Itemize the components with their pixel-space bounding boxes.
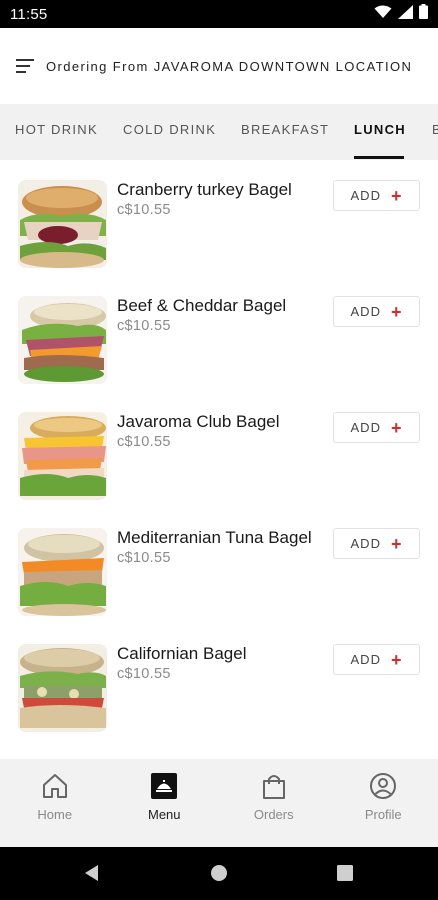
- product-image: [18, 180, 107, 268]
- add-button[interactable]: ADD +: [333, 180, 420, 211]
- battery-icon: [419, 4, 428, 24]
- product-image: [18, 296, 107, 384]
- product-price: c$10.55: [117, 318, 171, 334]
- tab-breakfast[interactable]: BREAKFAST: [241, 104, 329, 160]
- list-item[interactable]: Mediterranian Tuna Bagel c$10.55 ADD +: [0, 508, 438, 624]
- add-label: ADD: [350, 652, 381, 667]
- product-name: Mediterranian Tuna Bagel: [117, 528, 312, 547]
- tab-cold-drink[interactable]: COLD DRINK: [123, 104, 216, 160]
- recents-icon[interactable]: [333, 861, 357, 885]
- product-image: [18, 644, 107, 732]
- sort-lines-icon[interactable]: [16, 59, 34, 73]
- plus-icon: +: [390, 301, 403, 322]
- tab-hot-drink[interactable]: HOT DRINK: [15, 104, 98, 160]
- product-name: Javaroma Club Bagel: [117, 412, 280, 431]
- add-button[interactable]: ADD +: [333, 412, 420, 443]
- plus-icon: +: [390, 649, 403, 670]
- product-price: c$10.55: [117, 666, 171, 682]
- add-label: ADD: [350, 304, 381, 319]
- nav-home-label: Home: [37, 807, 73, 822]
- product-price: c$10.55: [117, 434, 171, 450]
- nav-home[interactable]: Home: [0, 759, 110, 847]
- list-item[interactable]: Cranberry turkey Bagel c$10.55 ADD +: [0, 160, 438, 276]
- system-navigation-bar: [0, 847, 438, 900]
- plus-icon: +: [390, 533, 403, 554]
- menu-icon: [149, 771, 179, 801]
- add-button[interactable]: ADD +: [333, 644, 420, 675]
- nav-profile-label: Profile: [364, 807, 402, 822]
- add-button[interactable]: ADD +: [333, 296, 420, 327]
- nav-orders[interactable]: Orders: [219, 759, 329, 847]
- tab-partial[interactable]: B: [432, 104, 438, 160]
- add-label: ADD: [350, 188, 381, 203]
- nav-menu-label: Menu: [147, 807, 181, 822]
- list-item[interactable]: Javaroma Club Bagel c$10.55 ADD +: [0, 392, 438, 508]
- product-name: Californian Bagel: [117, 644, 247, 663]
- add-button[interactable]: ADD +: [333, 528, 420, 559]
- wifi-icon: [374, 5, 392, 24]
- status-bar: 11:55: [0, 0, 438, 28]
- home-circle-icon[interactable]: [207, 861, 231, 885]
- list-item[interactable]: Beef & Cheddar Bagel c$10.55 ADD +: [0, 276, 438, 392]
- home-icon: [40, 771, 70, 801]
- plus-icon: +: [390, 185, 403, 206]
- product-name: Beef & Cheddar Bagel: [117, 296, 287, 315]
- back-icon[interactable]: [80, 861, 104, 885]
- add-label: ADD: [350, 536, 381, 551]
- app-header: Ordering From JAVAROMA DOWNTOWN LOCATION: [0, 28, 438, 104]
- bottom-navigation: Home Menu Orders Profile: [0, 759, 438, 847]
- signal-icon: [398, 4, 413, 24]
- nav-orders-label: Orders: [253, 807, 294, 822]
- ordering-location-text[interactable]: Ordering From JAVAROMA DOWNTOWN LOCATION: [46, 59, 412, 74]
- shopping-bag-icon: [259, 771, 289, 801]
- status-time: 11:55: [10, 5, 48, 23]
- tab-lunch[interactable]: LUNCH: [354, 104, 405, 160]
- plus-icon: +: [390, 417, 403, 438]
- profile-icon: [368, 771, 398, 801]
- product-image: [18, 412, 107, 500]
- add-label: ADD: [350, 420, 381, 435]
- product-name: Cranberry turkey Bagel: [117, 180, 292, 199]
- nav-menu[interactable]: Menu: [110, 759, 220, 847]
- product-price: c$10.55: [117, 202, 171, 218]
- status-icons: [374, 4, 428, 24]
- nav-profile[interactable]: Profile: [329, 759, 438, 847]
- category-tabs: HOT DRINK COLD DRINK BREAKFAST LUNCH B: [0, 104, 438, 160]
- product-image: [18, 528, 107, 616]
- list-item[interactable]: Californian Bagel c$10.55 ADD +: [0, 624, 438, 740]
- product-price: c$10.55: [117, 550, 171, 566]
